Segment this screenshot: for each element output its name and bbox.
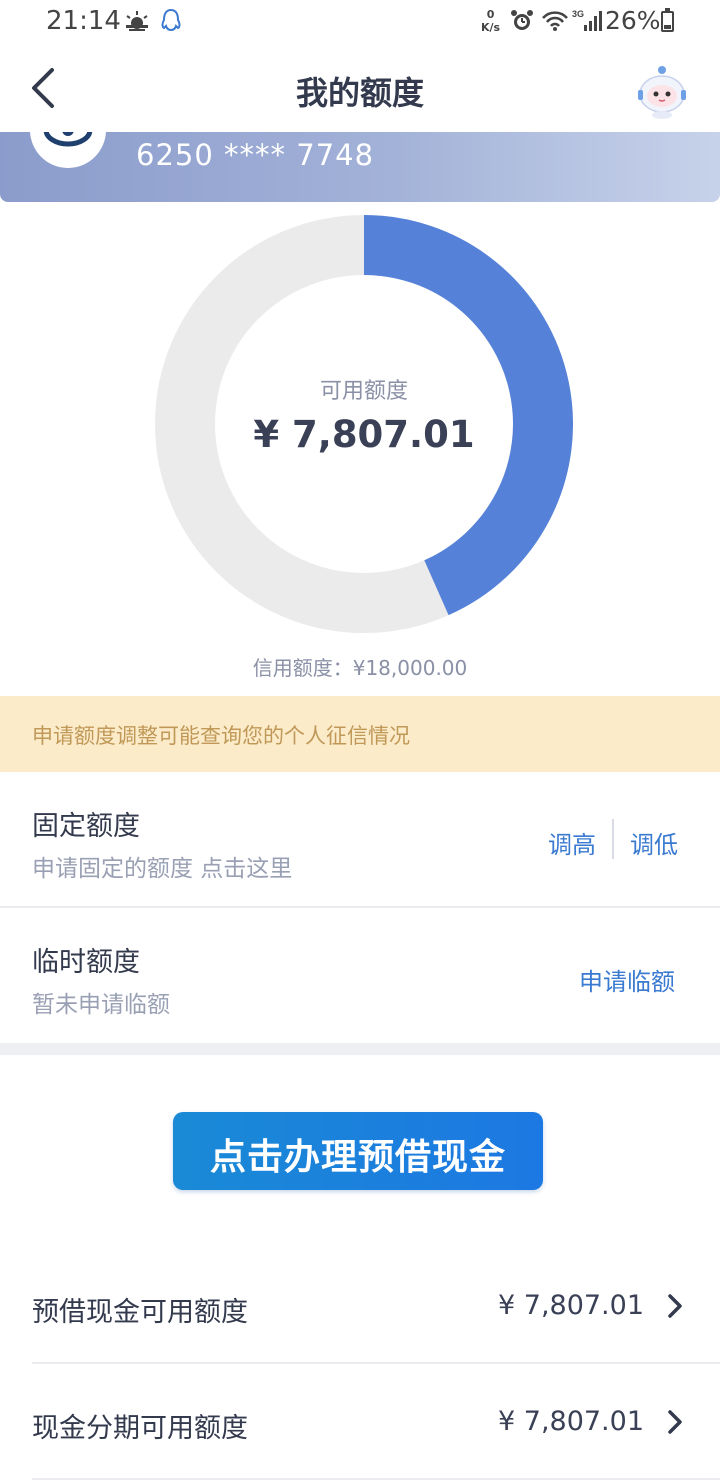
cash-installment-limit-title: 现金分期可用额度 [32,1413,248,1444]
list-item[interactable]: 现金分期可用额度 ¥ 7,807.01 [0,1364,720,1478]
status-time: 21:14 [46,6,121,36]
available-label: 可用额度 [319,379,408,404]
card-banner[interactable]: 6250 **** 7748 [0,132,720,202]
available-amount: ¥ 7,807.01 [253,413,475,456]
qq-icon [160,8,182,38]
alarm-icon [510,9,534,37]
fixed-limit-title: 固定额度 [32,811,140,842]
section-gap [0,1043,720,1055]
lower-limit-link[interactable]: 调低 [630,825,678,860]
list-item[interactable]: 预借现金可用额度 ¥ 7,807.01 [0,1248,720,1362]
weather-icon [124,10,150,36]
fixed-limit-subtitle[interactable]: 申请固定的额度 点击这里 [32,849,292,883]
notice-text: 申请额度调整可能查询您的个人征信情况 [32,724,410,748]
fixed-limit-row: 固定额度 申请固定的额度 点击这里 调高 调低 [0,772,720,906]
cash-advance-limit-value: ¥ 7,807.01 [498,1290,644,1321]
cash-installment-limit-value: ¥ 7,807.01 [498,1406,644,1437]
temporary-limit-row: 临时额度 暂未申请临额 申请临额 [0,908,720,1043]
nav-bar: 我的额度 [0,44,720,132]
cash-advance-button[interactable]: 点击办理预借现金 [173,1112,543,1190]
credit-limit-text: 信用额度：¥18,000.00 [252,656,468,680]
temporary-limit-title: 临时额度 [32,947,140,978]
page-title: 我的额度 [295,74,424,112]
chevron-right-icon [668,1410,682,1434]
bank-logo [30,132,106,168]
network-speed: 0 K/s [481,8,501,34]
status-bar: 21:14 0 K/s 3G 26% [0,0,720,44]
notice-banner: 申请额度调整可能查询您的个人征信情况 [0,696,720,772]
temporary-limit-subtitle: 暂未申请临额 [32,992,170,1018]
chevron-right-icon [668,1294,682,1318]
signal-icon: 3G [572,8,602,38]
divider [612,819,614,859]
robot-assistant-icon[interactable] [636,64,688,120]
svg-text:3G: 3G [572,9,584,19]
cash-advance-limit-title: 预借现金可用额度 [32,1297,248,1328]
raise-limit-link[interactable]: 调高 [548,825,596,860]
bank-logo-icon [43,132,93,147]
apply-temporary-limit-link[interactable]: 申请临额 [579,962,675,997]
wifi-icon [541,10,569,36]
battery-percent: 26% [605,6,661,35]
credit-donut-chart: 可用额度 ¥ 7,807.01 [155,215,573,633]
card-number: 6250 **** 7748 [136,138,375,172]
battery-icon [661,8,674,32]
cash-advance-button-label: 点击办理预借现金 [209,1137,506,1178]
